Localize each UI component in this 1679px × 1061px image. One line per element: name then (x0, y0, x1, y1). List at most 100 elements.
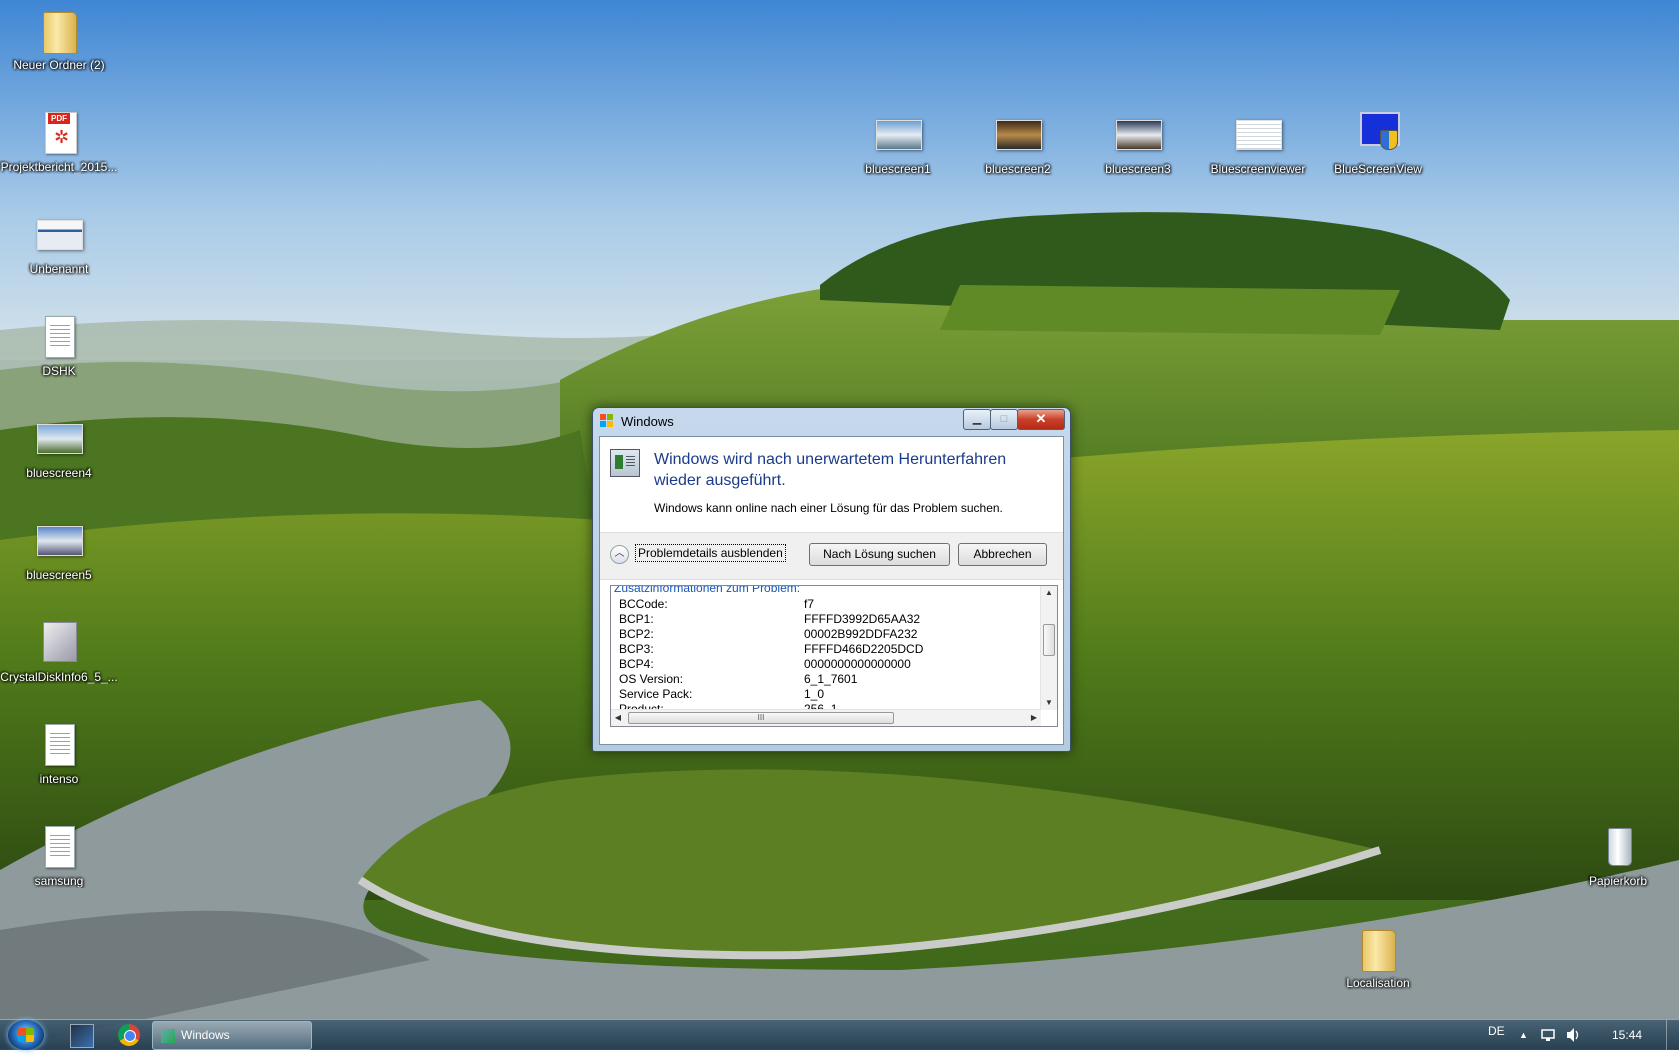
image-icon (35, 210, 83, 258)
close-icon: ✕ (1035, 411, 1047, 426)
desktop-icon-label: bluescreen3 (1105, 162, 1171, 176)
pinned-app-icon[interactable] (70, 1024, 94, 1048)
desktop-icon-label: Projektbericht_2015... (0, 160, 118, 174)
desktop-icon-label: DSHK (42, 364, 76, 378)
taskbar-window-button[interactable]: Windows (152, 1021, 312, 1050)
image-icon (35, 414, 83, 462)
show-desktop-button[interactable] (1666, 1020, 1679, 1050)
dialog-button-bar: ︿ Problemdetails ausblenden Nach Lösung … (600, 532, 1063, 580)
start-button[interactable] (8, 1020, 44, 1050)
desktop-icon-label: Localisation (1346, 976, 1410, 990)
taskbar: Windows DE ▲ 15:44 (0, 1019, 1679, 1050)
desktop-icon-bluescreen2[interactable]: bluescreen2 (959, 110, 1077, 176)
dialog-content: Windows wird nach unerwartetem Herunterf… (599, 436, 1064, 745)
desktop-icon-bluescreen5[interactable]: bluescreen5 (0, 516, 118, 582)
detail-key: Service Pack: (619, 687, 693, 701)
volume-icon[interactable] (1565, 1020, 1581, 1050)
desktop-icon-bluescreenviewer[interactable]: Bluescreenviewer (1199, 110, 1317, 176)
pdf-icon: PDF ✲ (35, 108, 83, 156)
detail-value: FFFFD3992D65AA32 (804, 612, 921, 626)
system-clock[interactable]: 15:44 (1612, 1020, 1642, 1050)
detail-value: 00002B992DDFA232 (804, 627, 918, 641)
input-language-indicator[interactable]: DE (1488, 1016, 1505, 1046)
taskbar-window-title: Windows (181, 1028, 230, 1042)
desktop-icon-label: intenso (39, 772, 79, 786)
document-icon (35, 720, 83, 768)
error-dialog: Windows ▁ □ ✕ Windows wird nach unerwart… (592, 407, 1071, 752)
desktop-icon-label: bluescreen5 (26, 568, 92, 582)
image-icon (874, 110, 922, 158)
dialog-subtext: Windows kann online nach einer Lösung fü… (654, 501, 1003, 515)
folder-icon (1354, 924, 1402, 972)
dialog-message-area: Windows wird nach unerwartetem Herunterf… (600, 437, 1063, 532)
desktop-icon-label: Papierkorb (1588, 874, 1648, 888)
desktop-icon-neuer-ordner[interactable]: Neuer Ordner (2) (0, 6, 118, 72)
detail-key: BCP2: (619, 627, 654, 641)
detail-value: f7 (804, 597, 815, 611)
document-icon (35, 822, 83, 870)
close-button[interactable]: ✕ (1017, 409, 1065, 430)
windows-logo-icon (18, 1028, 34, 1042)
horizontal-scroll-thumb[interactable]: III (628, 712, 894, 724)
desktop-icon-samsung[interactable]: samsung (0, 822, 118, 888)
image-icon (35, 516, 83, 564)
dialog-heading: Windows wird nach unerwartetem Herunterf… (654, 451, 1007, 489)
windows-error-icon (600, 414, 614, 428)
desktop-icon-bluescreenview[interactable]: BlueScreenView (1319, 110, 1437, 176)
recycle-bin-icon (1594, 822, 1642, 870)
search-solution-button[interactable]: Nach Lösung suchen (809, 543, 950, 566)
folder-icon (35, 6, 83, 54)
desktop-icon-crystaldiskinfo[interactable]: CrystalDiskInfo6_5_... (0, 618, 118, 684)
system-error-icon (610, 449, 640, 477)
cancel-button[interactable]: Abbrechen (958, 543, 1047, 566)
detail-key: OS Version: (619, 672, 684, 686)
minimize-button[interactable]: ▁ (963, 409, 991, 430)
desktop-icon-localisation[interactable]: Localisation (1319, 924, 1437, 990)
desktop-icon-intenso[interactable]: intenso (0, 720, 118, 786)
chevron-up-icon: ▲ (1519, 1030, 1528, 1040)
detail-key: BCP4: (619, 657, 654, 671)
network-icon[interactable] (1540, 1020, 1556, 1050)
chrome-icon[interactable] (118, 1024, 140, 1046)
problem-details-toggle[interactable]: Problemdetails ausblenden (635, 544, 786, 562)
desktop-icon-papierkorb[interactable]: Papierkorb (1559, 822, 1677, 888)
collapse-details-button[interactable]: ︿ (610, 545, 629, 564)
desktop-icon-label: Neuer Ordner (2) (13, 58, 105, 72)
desktop-icon-bluescreen3[interactable]: bluescreen3 (1079, 110, 1197, 176)
desktop-icon-projektbericht[interactable]: PDF ✲ Projektbericht_2015... (0, 108, 118, 174)
desktop-icon-label: CrystalDiskInfo6_5_... (0, 670, 118, 684)
scroll-left-arrow-icon[interactable]: ◀ (611, 710, 625, 726)
desktop-icon-label: BlueScreenView (1334, 162, 1422, 176)
document-icon (35, 312, 83, 360)
monitor-shield-icon (1354, 110, 1402, 158)
minimize-icon: ▁ (972, 413, 982, 425)
maximize-icon: □ (1000, 413, 1008, 425)
scroll-down-arrow-icon[interactable]: ▼ (1041, 696, 1057, 710)
detail-value: 0000000000000000 (804, 657, 911, 671)
details-vertical-scrollbar[interactable]: ▲ ▼ (1040, 586, 1057, 710)
desktop-icon-bluescreen1[interactable]: bluescreen1 (839, 110, 957, 176)
image-icon (994, 110, 1042, 158)
vertical-scroll-thumb[interactable] (1043, 624, 1055, 656)
image-icon (1114, 110, 1162, 158)
chevron-up-icon: ︿ (614, 548, 625, 559)
desktop-icon-bluescreen4[interactable]: bluescreen4 (0, 414, 118, 480)
details-header: Zusatzinformationen zum Problem: (614, 585, 801, 595)
detail-value: 6_1_7601 (804, 672, 858, 686)
detail-key: BCP1: (619, 612, 654, 626)
scroll-right-arrow-icon[interactable]: ▶ (1027, 710, 1041, 726)
show-hidden-icons-button[interactable]: ▲ (1519, 1020, 1528, 1050)
desktop-icon-dshk[interactable]: DSHK (0, 312, 118, 378)
details-horizontal-scrollbar[interactable]: ◀ III ▶ (611, 709, 1041, 726)
scroll-up-arrow-icon[interactable]: ▲ (1041, 586, 1057, 600)
detail-key: BCP3: (619, 642, 654, 656)
detail-value: FFFFD466D2205DCD (804, 642, 924, 656)
desktop-icon-unbenannt[interactable]: Unbenannt (0, 210, 118, 276)
window-app-icon (161, 1029, 175, 1043)
document-icon (1234, 110, 1282, 158)
problem-details-box[interactable]: Zusatzinformationen zum Problem: BCCode:… (610, 585, 1058, 727)
desktop-icon-label: Bluescreenviewer (1210, 162, 1306, 176)
maximize-button[interactable]: □ (990, 409, 1018, 430)
desktop-icon-label: Unbenannt (29, 262, 89, 276)
dialog-titlebar[interactable]: Windows ▁ □ ✕ (593, 408, 1070, 434)
